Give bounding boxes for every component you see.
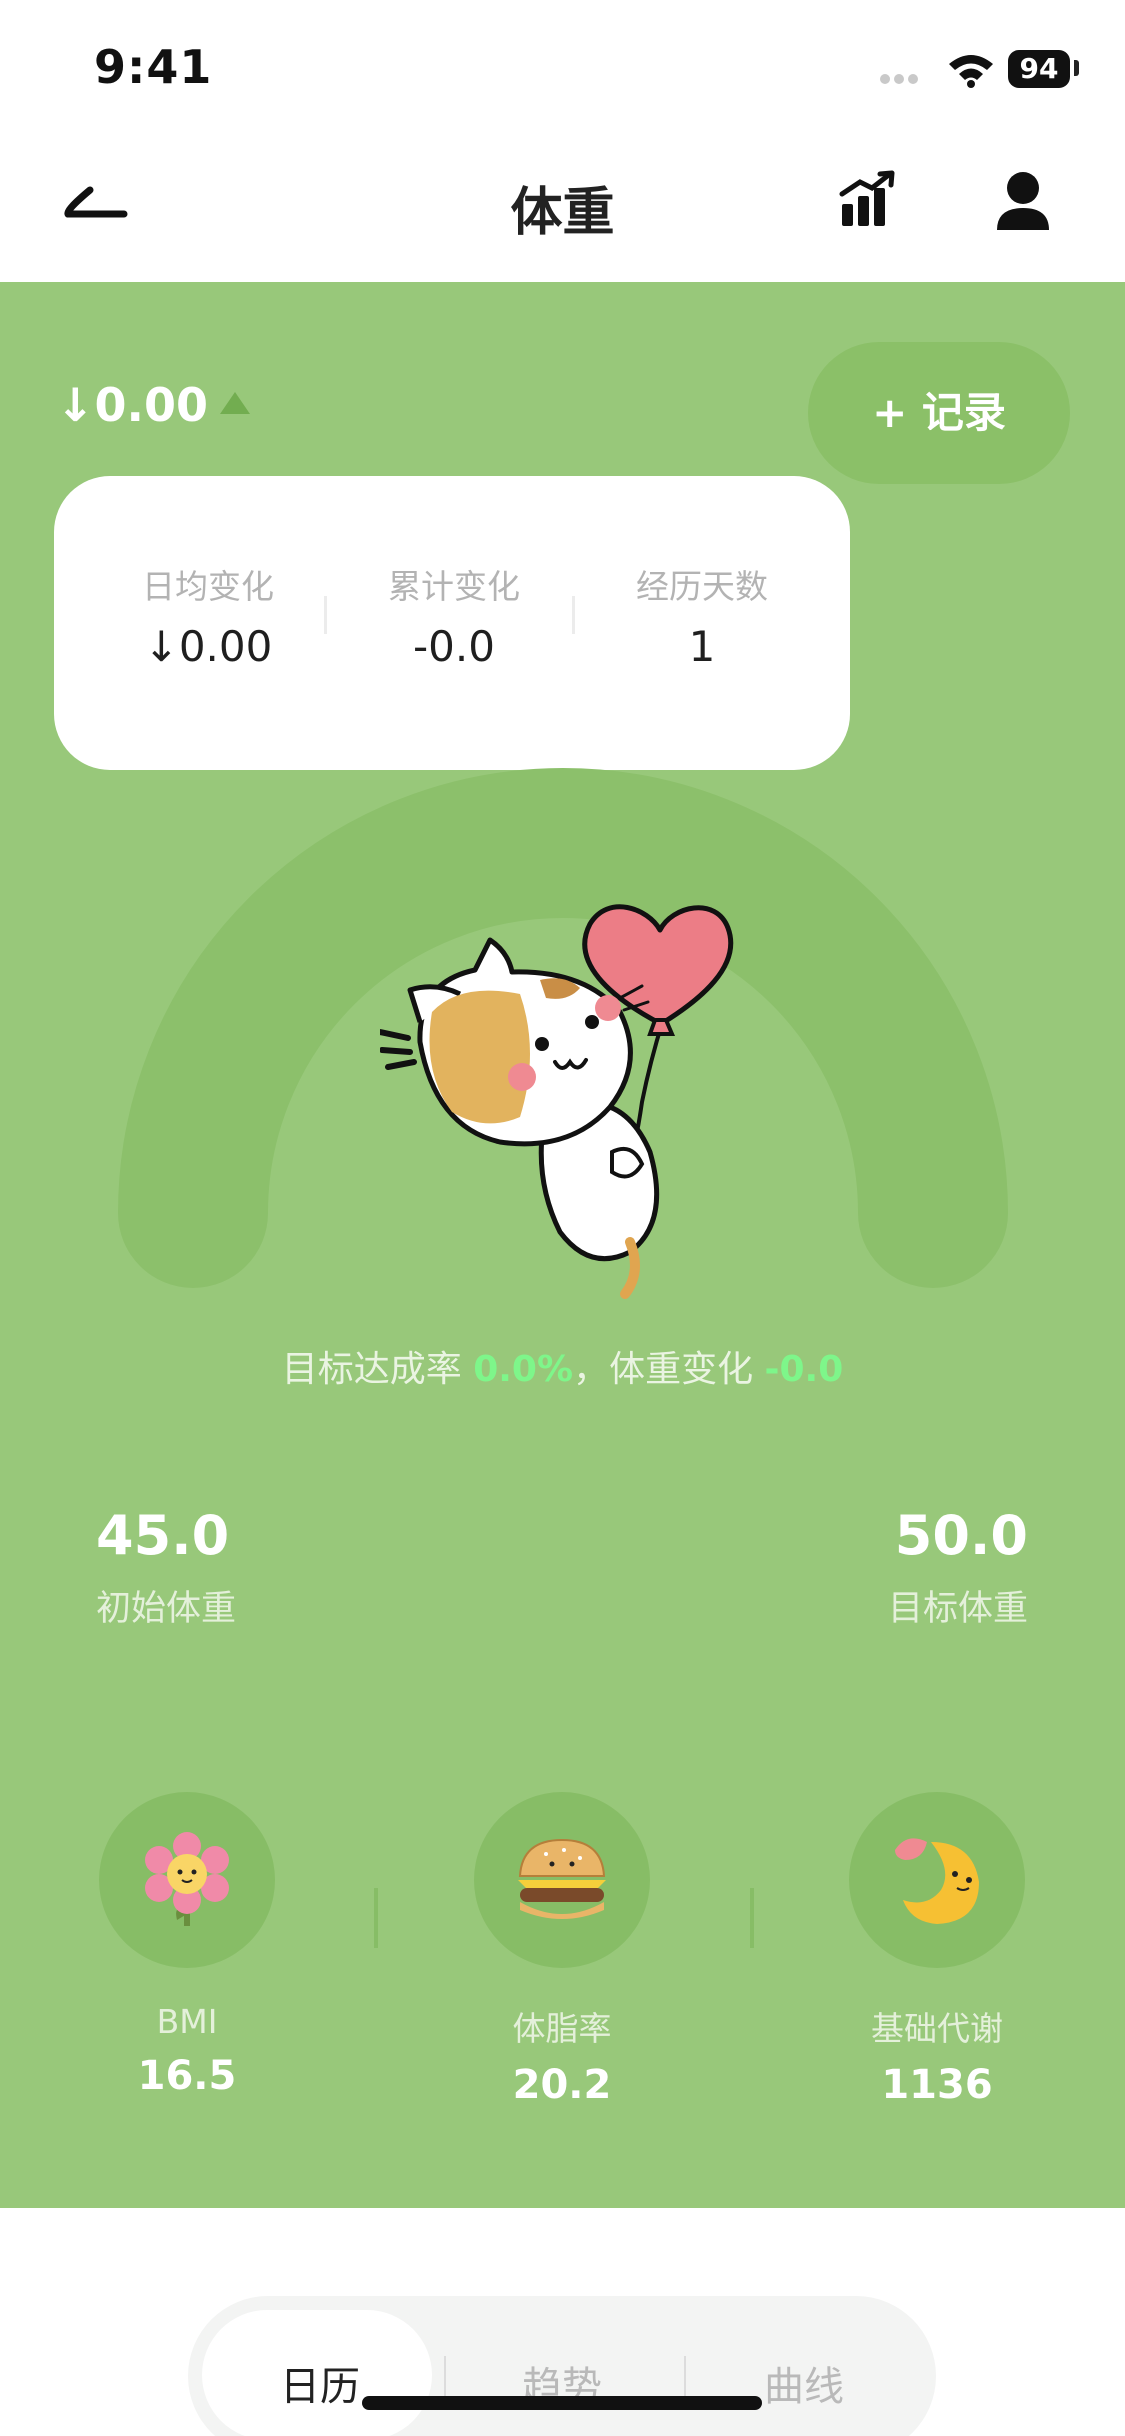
battery-cap: [1074, 60, 1079, 76]
stat-daily-change: 日均变化 ↓0.00: [84, 560, 332, 671]
expand-triangle-icon[interactable]: [220, 392, 250, 414]
stat-label: 累计变化: [388, 567, 520, 606]
metric-label: 基础代谢: [871, 2009, 1003, 2048]
stat-divider: [324, 596, 327, 634]
cat-balloon-illustration: [380, 904, 734, 1299]
goal-separator: ，: [573, 1349, 610, 1390]
target-weight-label: 目标体重: [887, 1589, 1028, 1629]
view-tab-bar: 日历 趋势 曲线: [188, 2296, 936, 2436]
start-weight-value: 45.0: [96, 1504, 230, 1567]
nav-bar: 体重: [0, 140, 1125, 282]
target-weight-value[interactable]: 50.0: [895, 1504, 1028, 1567]
stat-value: ↓0.00: [143, 622, 273, 671]
stat-label: 日均变化: [142, 567, 274, 606]
stat-value: -0.0: [413, 622, 495, 671]
weight-change-value: -0.0: [764, 1349, 844, 1390]
start-weight-label: 初始体重: [96, 1589, 237, 1629]
metric-icon-circle: [474, 1792, 650, 1968]
stat-value: 1: [688, 622, 716, 671]
page-title: 体重: [510, 183, 615, 243]
burger-icon: [518, 1838, 606, 1919]
goal-rate-label: 目标达成率: [281, 1349, 462, 1390]
change-indicator: ↓0.00: [56, 378, 209, 432]
stat-total-change: 累计变化 -0.0: [330, 560, 578, 671]
metric-divider: [374, 1888, 378, 1948]
metric-body-fat[interactable]: 体脂率 20.2: [462, 1792, 662, 2108]
weight-change-label: 体重变化: [609, 1349, 754, 1390]
flower-icon: [145, 1832, 229, 1926]
stats-card: 日均变化 ↓0.00 累计变化 -0.0 经历天数 1: [54, 476, 850, 770]
battery-icon: 94: [1008, 50, 1070, 88]
goal-summary: 目标达成率 0.0%，体重变化 -0.0: [0, 1340, 1125, 1392]
moon-icon: [895, 1838, 979, 1924]
status-bar: 9:41 94: [0, 0, 1125, 140]
status-time: 9:41: [94, 40, 213, 94]
add-record-button[interactable]: + 记录: [808, 342, 1070, 484]
metric-icon-circle: [99, 1792, 275, 1968]
metric-divider: [750, 1888, 754, 1948]
metric-label: BMI: [156, 2002, 218, 2041]
metric-value: 1136: [881, 2062, 993, 2108]
metric-value: 16.5: [137, 2053, 237, 2099]
metric-bmr[interactable]: 基础代谢 1136: [837, 1792, 1037, 2108]
goal-rate-value: 0.0%: [473, 1349, 574, 1390]
profile-icon[interactable]: [995, 170, 1051, 234]
chart-icon[interactable]: [838, 170, 898, 230]
metric-icon-circle: [849, 1792, 1025, 1968]
stat-days: 经历天数 1: [578, 560, 826, 671]
weight-panel: ↓0.00 + 记录 日均变化 ↓0.00 累计变化 -0.0 经历天数 1 目…: [0, 282, 1125, 2208]
home-indicator: [362, 2396, 762, 2410]
stat-divider: [572, 596, 575, 634]
metric-bmi[interactable]: BMI 16.5: [87, 1792, 287, 2099]
wifi-icon: [949, 55, 993, 88]
metric-value: 20.2: [512, 2062, 612, 2108]
metric-label: 体脂率: [512, 2009, 612, 2048]
cellular-signal-icon: [880, 74, 920, 86]
stat-label: 经历天数: [636, 567, 768, 606]
